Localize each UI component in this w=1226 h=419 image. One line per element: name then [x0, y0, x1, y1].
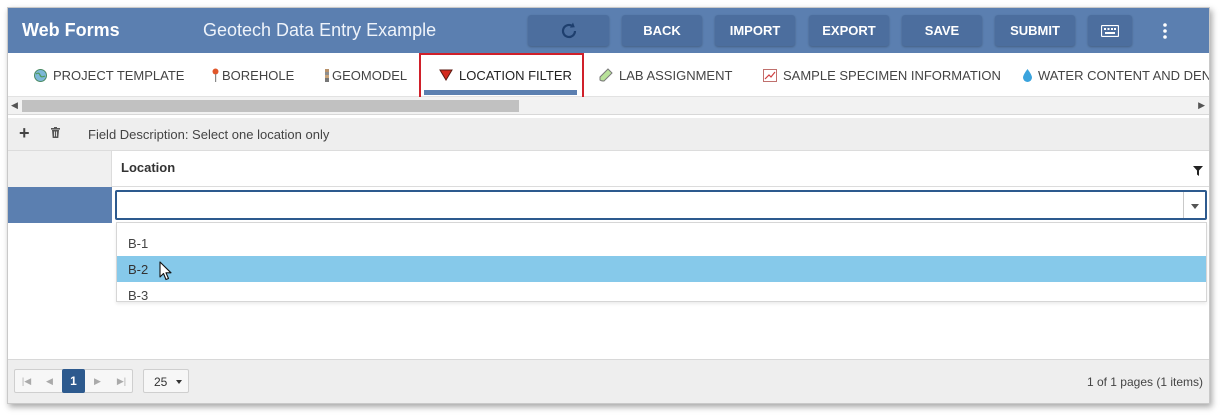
- tab-borehole[interactable]: BOREHOLE: [212, 53, 294, 97]
- import-button[interactable]: IMPORT: [715, 15, 795, 46]
- more-menu-button[interactable]: [1145, 15, 1185, 46]
- grid-pager: |◀ ◀ 1 ▶ ▶| 25 1 of 1 pages (1 items): [8, 359, 1209, 403]
- page-size-select[interactable]: 25: [143, 369, 189, 393]
- trash-icon[interactable]: [51, 125, 60, 143]
- page-title: Geotech Data Entry Example: [203, 20, 437, 40]
- submit-button[interactable]: SUBMIT: [995, 15, 1075, 46]
- tab-label: SAMPLE SPECIMEN INFORMATION: [783, 67, 1001, 83]
- tab-label: PROJECT TEMPLATE: [53, 67, 185, 83]
- water-drop-icon: [1023, 68, 1032, 82]
- globe-icon: [34, 68, 47, 82]
- tab-label: BOREHOLE: [222, 67, 295, 83]
- back-button[interactable]: BACK: [622, 15, 702, 46]
- tab-project-template[interactable]: PROJECT TEMPLATE: [34, 53, 184, 97]
- dropdown-option-b-3[interactable]: B-3: [117, 282, 1206, 308]
- tab-geomodel[interactable]: GEOMODEL: [325, 53, 407, 97]
- grid-toolbar: + Field Description: Select one location…: [8, 118, 1209, 151]
- export-button[interactable]: EXPORT: [809, 15, 889, 46]
- app-title: Web Forms: [22, 20, 120, 40]
- more-vertical-icon: [1162, 22, 1168, 39]
- row-header-column: [8, 151, 112, 187]
- dropdown-option-b-2[interactable]: B-2: [117, 256, 1206, 282]
- chevron-down-icon: [176, 380, 182, 384]
- plus-icon[interactable]: +: [19, 123, 30, 144]
- save-button[interactable]: SAVE: [902, 15, 982, 46]
- scrollbar-thumb[interactable]: [22, 100, 519, 112]
- dropdown-option-b-1[interactable]: B-1: [117, 230, 1206, 256]
- page-info: 1 of 1 pages (1 items): [1086, 375, 1203, 389]
- next-page-icon[interactable]: ▶: [86, 370, 109, 392]
- chevron-down-icon: [1190, 196, 1199, 214]
- keyboard-button[interactable]: [1088, 15, 1132, 46]
- location-dropdown-list: B-1 B-2 B-3: [116, 222, 1207, 303]
- refresh-button[interactable]: [528, 15, 609, 46]
- app-header: Web Forms Geotech Data Entry Example BAC…: [8, 8, 1209, 53]
- filter-icon[interactable]: [1193, 163, 1203, 181]
- first-page-icon[interactable]: |◀: [15, 370, 38, 392]
- tab-highlight-box: [419, 53, 584, 99]
- table-row: [8, 187, 1209, 223]
- form-tabs: PROJECT TEMPLATE BOREHOLE GEOMODEL LOCAT…: [8, 53, 1210, 99]
- location-column-header[interactable]: Location: [121, 160, 175, 175]
- scroll-left-icon[interactable]: ◀: [11, 100, 18, 111]
- tab-sample-specimen-information[interactable]: SAMPLE SPECIMEN INFORMATION: [763, 53, 1001, 97]
- dropdown-button[interactable]: [1183, 192, 1205, 218]
- tab-lab-assignment[interactable]: LAB ASSIGNMENT: [599, 53, 732, 97]
- previous-page-icon[interactable]: ◀: [38, 370, 61, 392]
- tabs-scrollbar[interactable]: ◀ ▶: [8, 97, 1209, 115]
- page-navigation: |◀ ◀ 1 ▶ ▶|: [14, 369, 133, 393]
- last-page-icon[interactable]: ▶|: [110, 370, 133, 392]
- refresh-icon: [558, 20, 580, 42]
- tab-water-content-and-density[interactable]: WATER CONTENT AND DENSI: [1023, 53, 1210, 97]
- layers-icon: [325, 68, 329, 82]
- current-page-button[interactable]: 1: [62, 369, 85, 393]
- keyboard-icon: [1101, 24, 1119, 37]
- pin-icon: [212, 68, 219, 82]
- tab-label: LAB ASSIGNMENT: [619, 67, 733, 83]
- location-combobox[interactable]: [115, 190, 1207, 220]
- web-forms-window: Web Forms Geotech Data Entry Example BAC…: [7, 7, 1210, 404]
- tab-label: GEOMODEL: [332, 67, 408, 83]
- test-tube-icon: [599, 68, 613, 82]
- mouse-cursor-icon: [159, 261, 173, 286]
- row-selector[interactable]: [8, 187, 112, 223]
- chart-icon: [763, 68, 777, 82]
- tab-label: WATER CONTENT AND DENSI: [1038, 67, 1210, 83]
- grid-header: Location: [8, 151, 1209, 187]
- scroll-right-icon[interactable]: ▶: [1198, 100, 1205, 111]
- field-description: Field Description: Select one location o…: [88, 127, 330, 142]
- page-size-value: 25: [154, 375, 168, 389]
